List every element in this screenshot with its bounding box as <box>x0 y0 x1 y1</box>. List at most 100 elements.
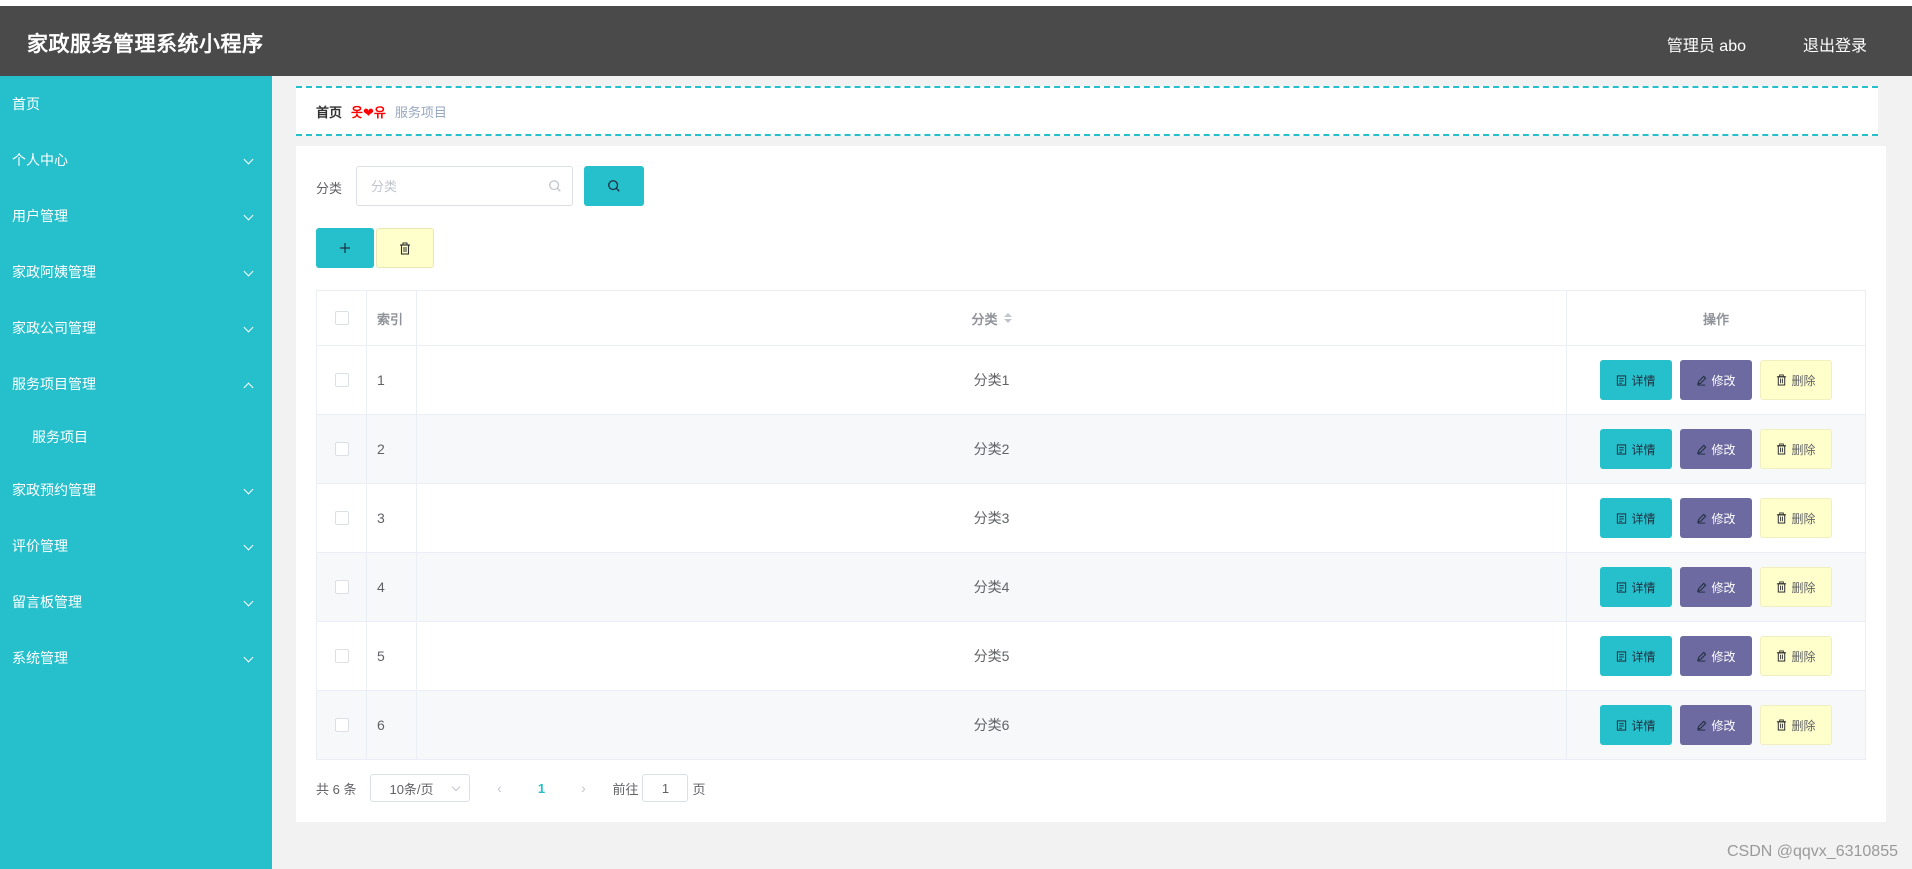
pencil-icon <box>1696 651 1707 662</box>
pagination-total: 共 6 条 <box>316 781 357 797</box>
goto-label: 前往 <box>612 781 639 797</box>
app-title: 家政服务管理系统小程序 <box>27 33 264 56</box>
sidebar-item-0[interactable]: 首页 <box>0 76 272 132</box>
sidebar-menu: 首页个人中心用户管理家政阿姨管理 家政公司管理 服务项目管理服务项目家政预约管理评价… <box>0 76 272 869</box>
sidebar-item-3[interactable]: 家政阿姨管理 <box>0 244 272 300</box>
row-checkbox[interactable] <box>334 649 349 663</box>
sidebar-item-label: 首页 <box>12 96 40 112</box>
sidebar-item-label: 家政预约管理 <box>12 482 96 498</box>
sidebar-item-5[interactable]: 服务项目管理 <box>0 356 272 412</box>
sidebar-item-2[interactable]: 用户管理 <box>0 188 272 244</box>
row-actions: 详情 修改 删除 <box>1567 622 1865 690</box>
sort-icon[interactable] <box>1003 313 1012 323</box>
detail-button-label: 详情 <box>1631 373 1656 388</box>
row-checkbox[interactable] <box>334 442 349 456</box>
delete-button[interactable]: 删除 <box>1760 360 1832 400</box>
edit-button-label: 修改 <box>1711 649 1736 664</box>
prev-page-button[interactable]: ‹ <box>484 774 514 802</box>
sidebar-item-10[interactable]: 系统管理 <box>0 630 272 686</box>
sidebar-item-9[interactable]: 留言板管理 <box>0 574 272 630</box>
document-icon <box>1616 512 1627 524</box>
row-checkbox[interactable] <box>334 373 349 387</box>
search-button[interactable] <box>584 166 644 206</box>
pencil-icon <box>1696 582 1707 593</box>
detail-button[interactable]: 详情 <box>1600 360 1672 400</box>
trash-icon <box>1776 374 1787 386</box>
sidebar-item-8[interactable]: 评价管理 <box>0 518 272 574</box>
row-checkbox[interactable] <box>334 580 349 594</box>
document-icon <box>1616 374 1627 386</box>
delete-button[interactable]: 删除 <box>1760 429 1832 469</box>
table-row: 4 分类4 详情 修改 删除 <box>317 553 1865 622</box>
filter-category-field[interactable] <box>356 166 573 206</box>
breadcrumb-home[interactable]: 首页 <box>316 102 342 121</box>
select-all-checkbox[interactable] <box>334 311 349 325</box>
sidebar-item-label: 服务项目管理 <box>12 376 96 392</box>
row-actions: 详情 修改 删除 <box>1567 415 1865 483</box>
delete-button-label: 删除 <box>1791 511 1816 526</box>
edit-button[interactable]: 修改 <box>1680 429 1752 469</box>
chevron-down-icon <box>243 540 254 551</box>
delete-button[interactable]: 删除 <box>1760 498 1832 538</box>
edit-button[interactable]: 修改 <box>1680 567 1752 607</box>
delete-button[interactable]: 删除 <box>1760 636 1832 676</box>
row-checkbox[interactable] <box>334 511 349 525</box>
trash-icon <box>1776 443 1787 455</box>
table-row: 5 分类5 详情 修改 删除 <box>317 622 1865 691</box>
row-category: 分类4 <box>417 553 1567 621</box>
breadcrumb-separator: 옷❤유 <box>351 104 386 120</box>
delete-button[interactable]: 删除 <box>1760 567 1832 607</box>
search-icon <box>549 180 561 192</box>
next-page-button[interactable]: › <box>568 774 598 802</box>
row-category: 分类3 <box>417 484 1567 552</box>
delete-button-label: 删除 <box>1791 373 1816 388</box>
sidebar-item-label: 家政公司管理 <box>12 320 96 336</box>
detail-button[interactable]: 详情 <box>1600 429 1672 469</box>
sidebar-item-4[interactable]: 家政公司管理 <box>0 300 272 356</box>
delete-button-label: 删除 <box>1791 580 1816 595</box>
goto-unit: 页 <box>692 781 706 797</box>
sidebar-item-sub-6[interactable]: 服务项目 <box>0 412 272 462</box>
page-size-select[interactable]: 10条/页 <box>370 774 471 802</box>
row-index: 5 <box>367 622 417 690</box>
row-index: 4 <box>367 553 417 621</box>
detail-button[interactable]: 详情 <box>1600 567 1672 607</box>
batch-delete-button[interactable] <box>376 228 434 268</box>
table-row: 1 分类1 详情 修改 删除 <box>317 346 1865 415</box>
logout-link[interactable]: 退出登录 <box>1803 32 1867 56</box>
table-row: 2 分类2 详情 修改 删除 <box>317 415 1865 484</box>
detail-button-label: 详情 <box>1631 511 1656 526</box>
breadcrumb-current: 服务项目 <box>394 104 447 120</box>
sidebar-item-label: 家政阿姨管理 <box>12 264 96 280</box>
edit-button-label: 修改 <box>1711 580 1736 595</box>
chevron-down-icon <box>243 322 254 333</box>
breadcrumb: 首页 옷❤유 服务项目 <box>296 86 1878 136</box>
table-row: 6 分类6 详情 修改 删除 <box>317 691 1865 760</box>
header-category[interactable]: 分类 <box>417 291 1567 345</box>
category-search-input[interactable] <box>357 167 537 205</box>
sidebar-item-7[interactable]: 家政预约管理 <box>0 462 272 518</box>
edit-button[interactable]: 修改 <box>1680 498 1752 538</box>
trash-icon <box>400 242 410 255</box>
row-category: 分类1 <box>417 346 1567 414</box>
delete-button[interactable]: 删除 <box>1760 705 1832 745</box>
detail-button[interactable]: 详情 <box>1600 636 1672 676</box>
detail-button-label: 详情 <box>1631 718 1656 733</box>
edit-button[interactable]: 修改 <box>1680 360 1752 400</box>
row-index: 6 <box>367 691 417 759</box>
delete-button-label: 删除 <box>1791 442 1816 457</box>
edit-button[interactable]: 修改 <box>1680 636 1752 676</box>
admin-user-label: 管理员 abo <box>1666 38 1746 55</box>
add-button[interactable] <box>316 228 374 268</box>
header-actions: 操作 <box>1702 311 1729 327</box>
trash-icon <box>1776 650 1787 662</box>
detail-button[interactable]: 详情 <box>1600 498 1672 538</box>
chevron-down-icon <box>243 484 254 495</box>
sidebar-item-label: 用户管理 <box>12 208 68 224</box>
row-checkbox[interactable] <box>334 718 349 732</box>
page-number-button[interactable]: 1 <box>526 774 556 802</box>
goto-page-input[interactable] <box>642 774 689 802</box>
sidebar-item-1[interactable]: 个人中心 <box>0 132 272 188</box>
detail-button[interactable]: 详情 <box>1600 705 1672 745</box>
edit-button[interactable]: 修改 <box>1680 705 1752 745</box>
